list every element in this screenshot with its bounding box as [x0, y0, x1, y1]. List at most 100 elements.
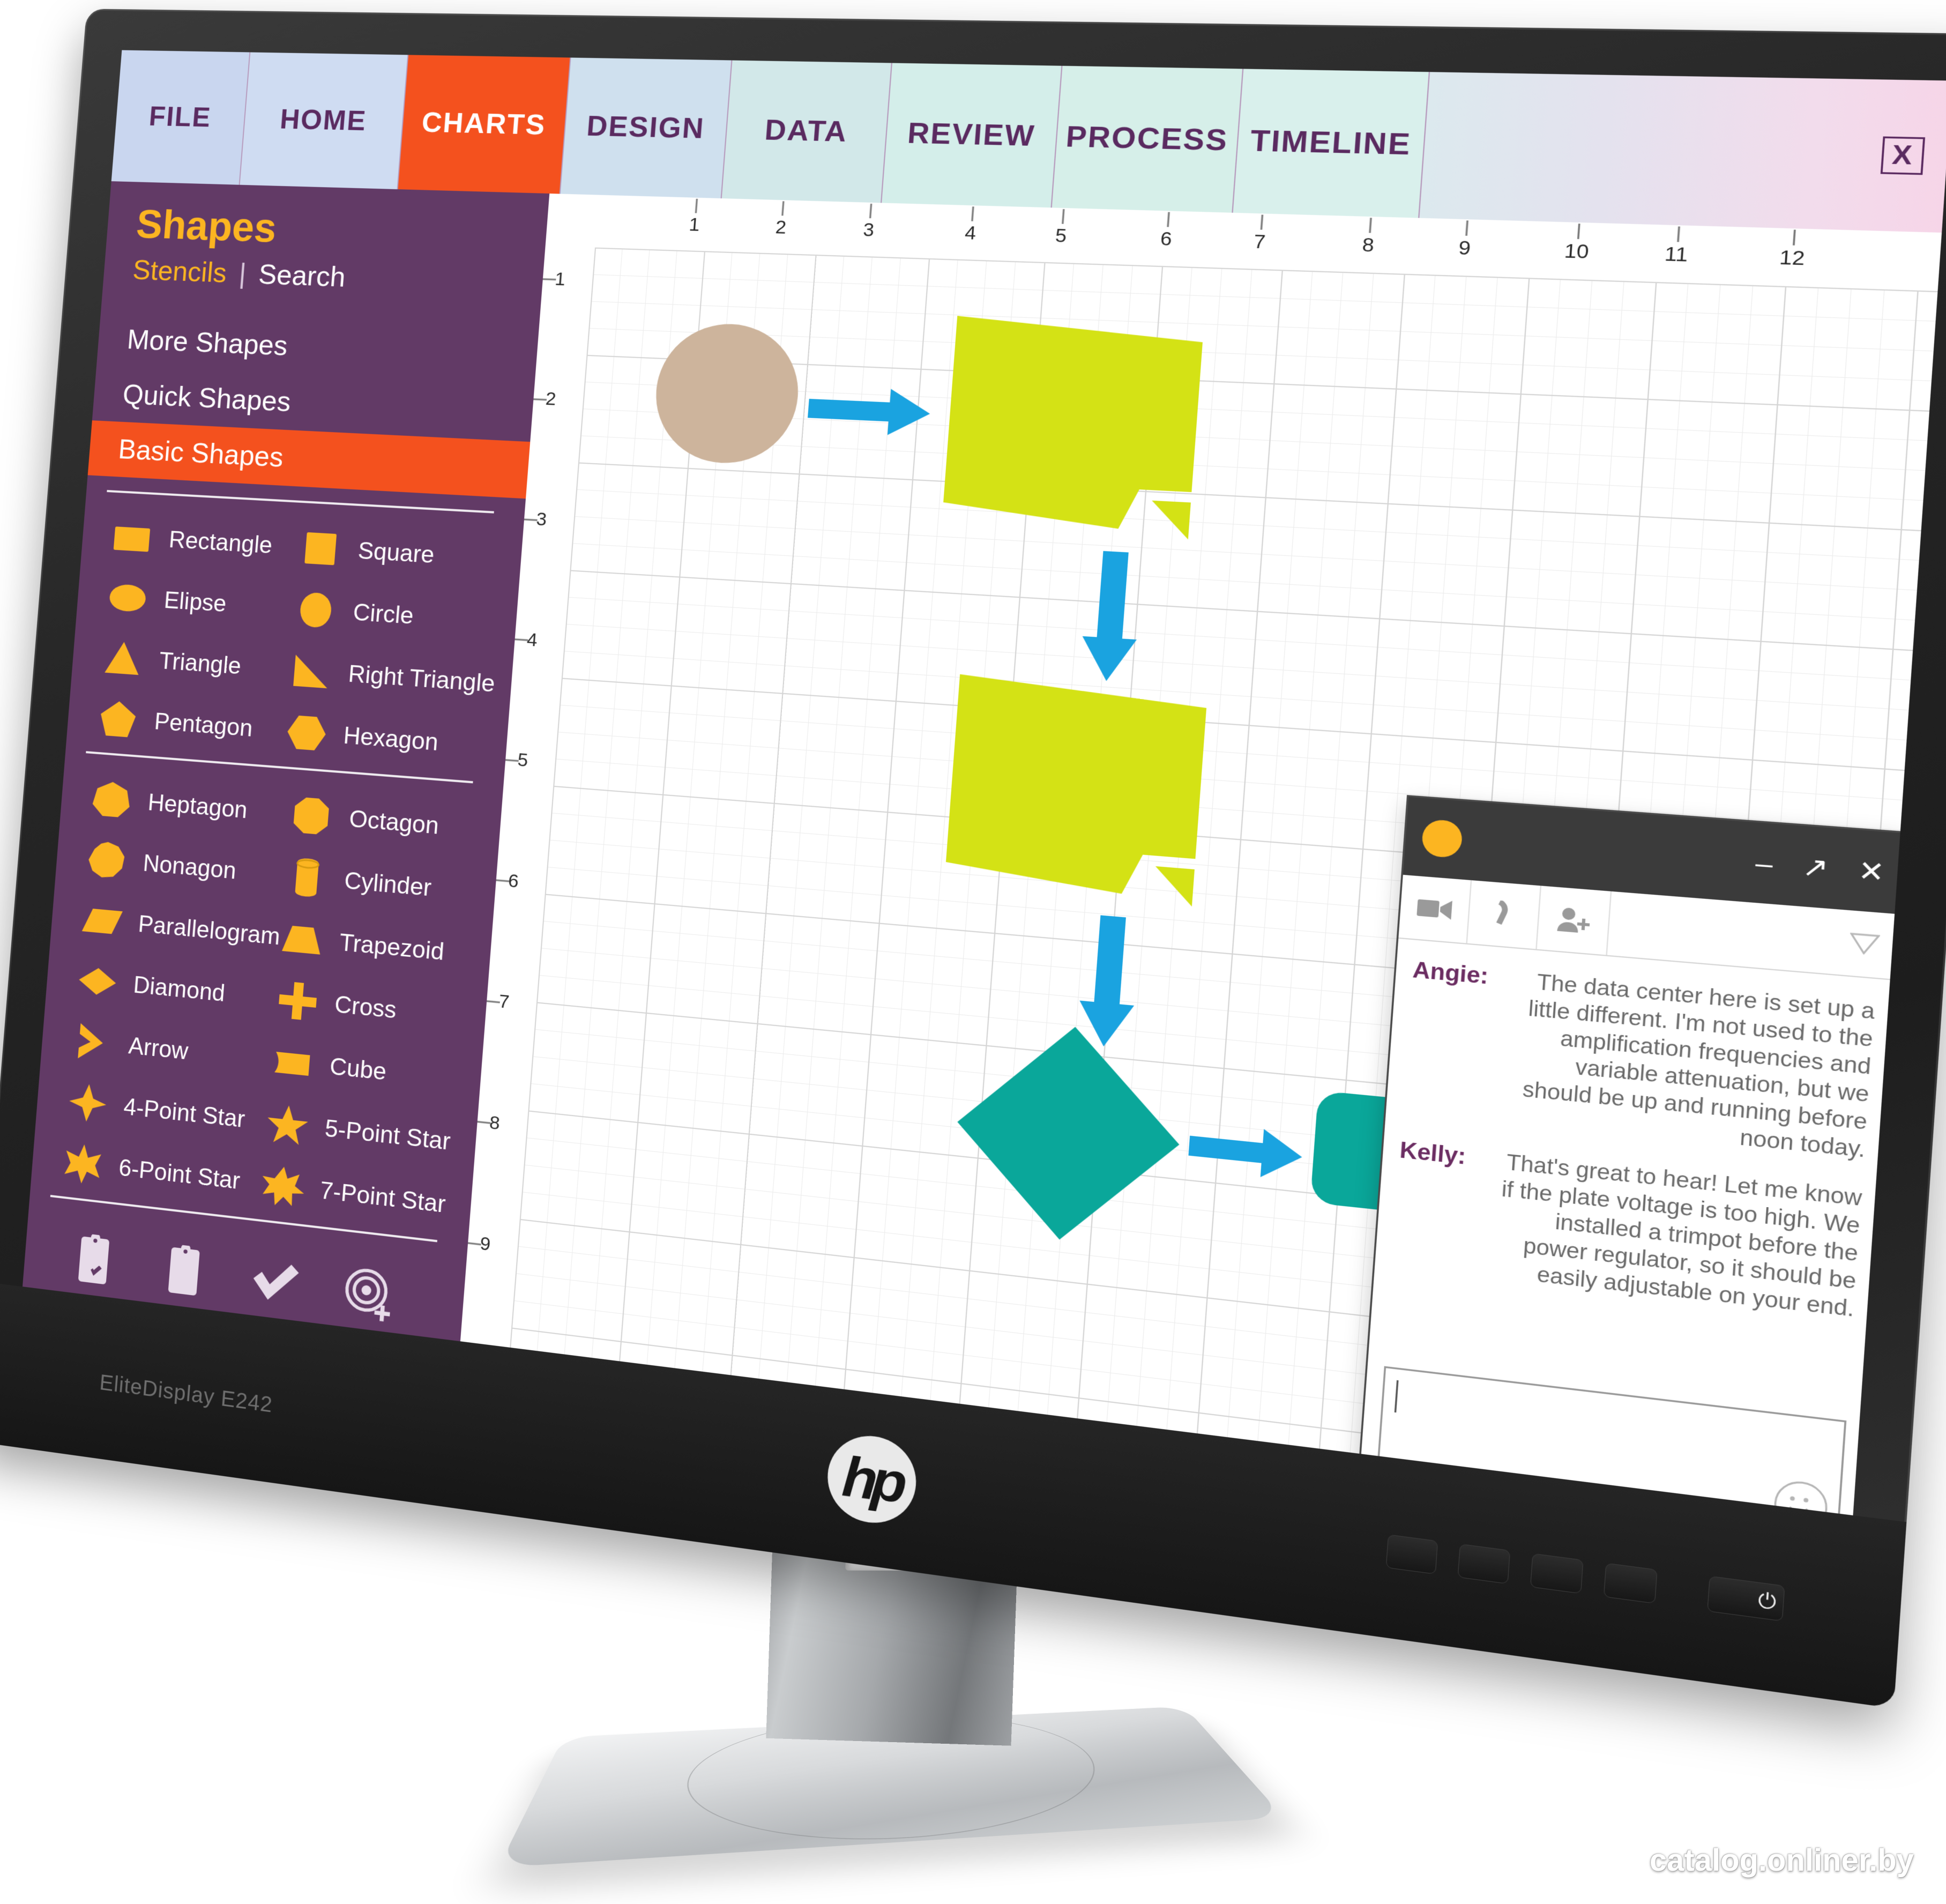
shape-item-cross[interactable]: Cross: [273, 978, 471, 1039]
shape-label: 7-Point Star: [319, 1177, 447, 1218]
shape-item-parallelogram[interactable]: Parallelogram: [79, 898, 282, 958]
ruler-tick: 5: [1054, 225, 1068, 247]
shape-label: Circle: [352, 599, 415, 630]
osd-button-2[interactable]: [1457, 1543, 1511, 1585]
connector-right-1[interactable]: [806, 377, 938, 445]
ruler-tick: 9: [479, 1232, 491, 1255]
shape-label: 6-Point Star: [117, 1154, 241, 1195]
add-person-icon[interactable]: [1537, 886, 1612, 955]
ruler-tick: 2: [545, 388, 557, 410]
shape-item-heptagon[interactable]: Heptagon: [89, 777, 292, 835]
shape-item-pentagon[interactable]: Pentagon: [95, 697, 286, 753]
tab-data[interactable]: DATA: [721, 60, 892, 203]
text-caret: [1394, 1380, 1399, 1413]
checkmark-icon[interactable]: [248, 1253, 303, 1314]
shape-item-rectangle[interactable]: Rectangle: [110, 516, 300, 568]
clipboard-list-icon[interactable]: [156, 1242, 211, 1303]
circle-icon: [292, 587, 341, 633]
shape-label: 5-Point Star: [324, 1114, 452, 1156]
shape-item-cylinder[interactable]: Cylinder: [284, 854, 481, 914]
decision-diamond[interactable]: [946, 1013, 1191, 1256]
phone-call-icon[interactable]: [1467, 880, 1542, 949]
connector-down-1[interactable]: [1071, 550, 1153, 687]
shape-label: Pentagon: [153, 708, 254, 742]
ruler-tick: 2: [774, 217, 787, 239]
chat-window[interactable]: – ↗ ✕ Angie: The data center here is set…: [1356, 795, 1907, 1515]
process-box-1[interactable]: [938, 310, 1207, 550]
shape-item-hexagon[interactable]: Hexagon: [282, 710, 491, 768]
sidebar-nav: More Shapes Quick Shapes Basic Shapes: [87, 311, 539, 499]
shape-item-trapezoid[interactable]: Trapezoid: [278, 916, 475, 977]
star-5-icon: [264, 1101, 312, 1148]
shape-item-octagon[interactable]: Octagon: [288, 793, 486, 852]
stencils-link[interactable]: Stencils: [131, 254, 228, 289]
shape-item-4-point-star[interactable]: 4-Point Star: [64, 1080, 267, 1143]
shape-item-arrow[interactable]: Arrow: [70, 1019, 272, 1081]
tab-design[interactable]: DESIGN: [560, 57, 733, 199]
arrow-icon: [70, 1019, 117, 1065]
osd-button-3[interactable]: [1530, 1553, 1584, 1594]
shape-item-nonagon[interactable]: Nonagon: [84, 838, 287, 897]
message-text: That's great to hear! Let me know if the…: [1501, 1150, 1863, 1322]
tab-process[interactable]: PROCESS: [1052, 65, 1244, 213]
star-4-icon: [64, 1080, 111, 1126]
hp-logo: hp: [824, 1431, 919, 1529]
tab-charts[interactable]: CHARTS: [398, 55, 571, 194]
close-icon[interactable]: ✕: [1857, 854, 1885, 889]
shape-item-circle[interactable]: Circle: [292, 587, 501, 643]
shape-label: Octagon: [348, 805, 440, 839]
connector-right-2[interactable]: [1187, 1113, 1309, 1190]
shape-item-5-point-star[interactable]: 5-Point Star: [264, 1101, 461, 1165]
shape-item-6-point-star[interactable]: 6-Point Star: [59, 1141, 262, 1205]
ribbon-tail: X: [1419, 72, 1946, 233]
star-6-icon: [59, 1141, 107, 1187]
diagram-canvas[interactable]: 1 2 3 4 5 6 7 8 9 10 11 12 1 2 3 4 5 6 7…: [460, 194, 1942, 1515]
tab-home[interactable]: HOME: [240, 52, 409, 190]
square-icon: [297, 526, 346, 571]
watermark: catalog.onliner.by: [1649, 1843, 1914, 1878]
minimize-icon[interactable]: –: [1755, 846, 1774, 881]
shape-label: Nonagon: [142, 850, 237, 884]
shape-item-square[interactable]: Square: [297, 526, 506, 581]
ruler-tick: 8: [1361, 234, 1375, 257]
shape-label: Heptagon: [147, 789, 249, 824]
shapes-sidebar: Shapes Stencils | Search More Shapes Qui…: [22, 181, 550, 1342]
search-link[interactable]: Search: [257, 258, 346, 294]
right-triangle-icon: [287, 649, 336, 694]
shape-item-diamond[interactable]: Diamond: [74, 958, 277, 1020]
message-author: Angie:: [1412, 957, 1489, 990]
process-box-2[interactable]: [941, 668, 1211, 917]
shape-item-elipse[interactable]: Elipse: [105, 576, 295, 630]
popout-icon[interactable]: ↗: [1801, 850, 1830, 884]
clipboard-check-icon[interactable]: [67, 1231, 121, 1292]
osd-button-1[interactable]: [1385, 1534, 1438, 1575]
shape-item-7-point-star[interactable]: 7-Point Star: [259, 1163, 456, 1228]
diamond-icon: [74, 958, 122, 1004]
octagon-icon: [288, 793, 337, 839]
osd-button-4[interactable]: [1603, 1563, 1658, 1604]
shape-item-right-triangle[interactable]: Right Triangle: [287, 649, 496, 706]
tab-review[interactable]: REVIEW: [882, 63, 1063, 208]
shape-item-cube[interactable]: Cube: [269, 1039, 466, 1102]
parallelogram-icon: [79, 898, 126, 943]
ruler-tick: 6: [507, 869, 520, 892]
heptagon-icon: [89, 777, 136, 822]
message-text: The data center here is set up a little …: [1522, 969, 1876, 1162]
shape-label: Cross: [333, 991, 398, 1024]
shape-item-triangle[interactable]: Triangle: [100, 636, 290, 691]
target-add-icon[interactable]: [340, 1265, 397, 1326]
close-icon[interactable]: X: [1880, 136, 1926, 175]
video-call-icon[interactable]: [1398, 874, 1472, 943]
nonagon-icon: [84, 838, 131, 883]
tab-file[interactable]: FILE: [111, 50, 251, 185]
tab-timeline[interactable]: TIMELINE: [1233, 69, 1430, 218]
osd-button-group: ⏻: [1385, 1534, 1785, 1622]
shape-label: 4-Point Star: [122, 1093, 246, 1133]
shape-label: Rectangle: [168, 526, 273, 559]
start-ellipse[interactable]: [651, 321, 803, 467]
power-icon[interactable]: ⏻: [1707, 1575, 1785, 1622]
monitor-assembly: FILE HOME CHARTS DESIGN DATA REVIEW PROC…: [0, 0, 1946, 1904]
shape-grid-extended: Heptagon Octagon Nonagon Cylinder Parall…: [31, 765, 502, 1229]
window-controls: – ↗ ✕: [1755, 846, 1886, 889]
message-author: Kelly:: [1399, 1137, 1467, 1170]
